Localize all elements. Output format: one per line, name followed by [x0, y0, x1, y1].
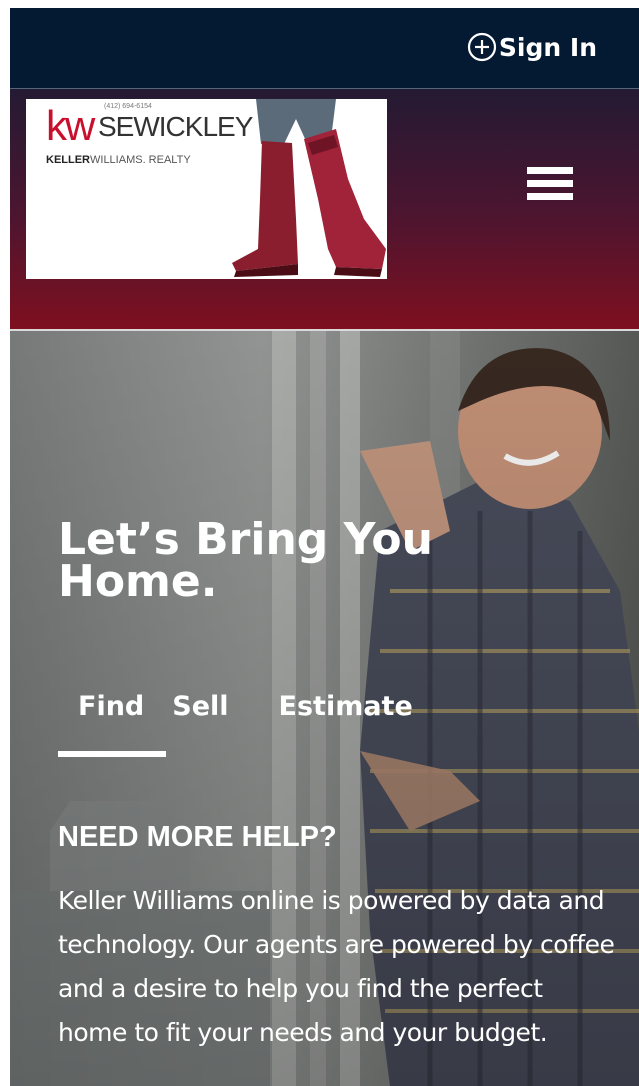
tab-sell[interactable]: Sell	[172, 687, 228, 727]
headline-line-2: Home.	[58, 556, 218, 607]
page-frame: Sign In (412) 694-6154 kw SEWICKLEY KELL…	[10, 8, 639, 1086]
search-tabs: Find Sell Estimate	[58, 687, 447, 727]
logo-company-name: KELLERWILLIAMS. REALTY	[46, 154, 191, 166]
help-title: NEED MORE HELP?	[58, 821, 337, 853]
site-header: (412) 694-6154 kw SEWICKLEY KELLERWILLIA…	[10, 89, 639, 331]
headline-line-1: Let’s Bring You	[58, 514, 433, 565]
sign-in-button[interactable]: Sign In	[467, 28, 597, 66]
help-text: Keller Williams online is powered by dat…	[58, 886, 615, 1047]
logo-brand-name: SEWICKLEY	[98, 111, 253, 142]
hamburger-menu-icon[interactable]	[527, 167, 573, 207]
logo-company-rest: WILLIAMS. REALTY	[90, 154, 191, 166]
hero-section: Let’s Bring You Home. Find Sell Estimate…	[10, 331, 639, 1086]
logo-phone: (412) 694-6154	[104, 103, 152, 110]
logo-company-strong: KELLER	[46, 154, 90, 166]
kw-logo-mark: kw	[46, 102, 95, 149]
menu-bar-1	[527, 167, 573, 174]
hero-headline: Let’s Bring You Home.	[58, 514, 578, 607]
tab-estimate[interactable]: Estimate	[279, 687, 413, 727]
menu-bar-2	[527, 180, 573, 187]
menu-bar-3	[527, 193, 573, 200]
top-bar: Sign In	[10, 8, 639, 89]
plus-circle-icon	[467, 32, 497, 62]
site-logo[interactable]: (412) 694-6154 kw SEWICKLEY KELLERWILLIA…	[26, 99, 387, 279]
active-tab-indicator	[58, 751, 166, 757]
sign-in-label: Sign In	[498, 32, 597, 62]
tab-find[interactable]: Find	[58, 687, 164, 727]
